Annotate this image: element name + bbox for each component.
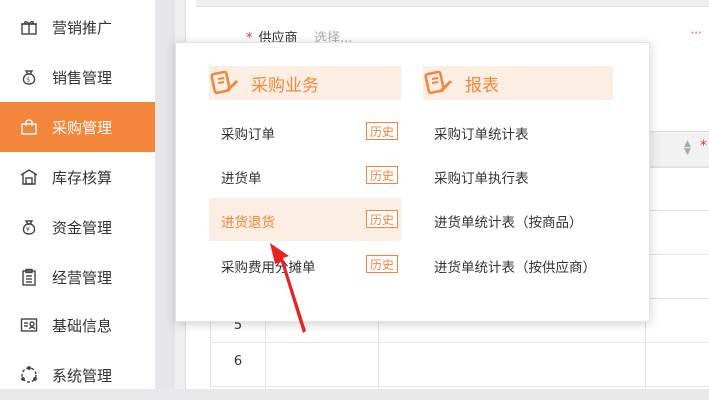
sidebar-item-system[interactable]: 系统管理 xyxy=(0,350,155,400)
svg-text:$: $ xyxy=(26,77,30,84)
shopping-bag-icon xyxy=(20,118,38,136)
history-button[interactable]: 历史 xyxy=(366,210,398,228)
menu-item-order-execution-report[interactable]: 采购订单执行表 xyxy=(434,167,529,187)
sidebar-item-label: 经营管理 xyxy=(52,268,113,287)
supplier-more-button[interactable]: ··· xyxy=(690,24,702,42)
gift-icon xyxy=(20,18,38,36)
purchase-menu-popover: 采购业务 报表 采购订单 进货单 进货退货 采购费用分摊单 历史 历史 历史 历… xyxy=(175,42,650,322)
report-section-title: 报表 xyxy=(465,75,499,96)
sidebar: 营销推广 $ 销售管理 采购管理 库存核算 ¥ 资金管理 经营管理 基础信息 系… xyxy=(0,0,155,389)
settings-circle-icon xyxy=(20,366,38,384)
history-button[interactable]: 历史 xyxy=(366,122,398,140)
money-bag-icon: $ xyxy=(20,68,38,86)
sidebar-item-label: 销售管理 xyxy=(52,68,113,87)
sidebar-item-label: 库存核算 xyxy=(52,168,113,187)
menu-item-receipt-by-product-report[interactable]: 进货单统计表（按商品） xyxy=(434,211,583,231)
svg-text:¥: ¥ xyxy=(26,227,30,234)
purchase-section-title: 采购业务 xyxy=(251,75,319,96)
sidebar-item-label: 系统管理 xyxy=(52,366,113,385)
sidebar-item-label: 营销推广 xyxy=(52,18,113,37)
sidebar-item-operations[interactable]: 经营管理 xyxy=(0,252,155,302)
purchase-section-header: 采购业务 xyxy=(209,66,401,100)
sidebar-item-label: 资金管理 xyxy=(52,218,113,237)
sidebar-divider xyxy=(155,0,176,389)
sidebar-item-purchase[interactable]: 采购管理 xyxy=(0,102,155,152)
sidebar-item-basic-info[interactable]: 基础信息 xyxy=(0,300,155,350)
clipboard-icon xyxy=(20,268,38,286)
menu-item-receipt-by-supplier-report[interactable]: 进货单统计表（按供应商） xyxy=(434,256,596,276)
document-pen-icon xyxy=(209,68,239,98)
sidebar-item-marketing[interactable]: 营销推广 xyxy=(0,2,155,52)
sidebar-item-label: 基础信息 xyxy=(52,316,113,335)
sidebar-item-sales[interactable]: $ 销售管理 xyxy=(0,52,155,102)
sidebar-item-funds[interactable]: ¥ 资金管理 xyxy=(0,202,155,252)
menu-item-receipt[interactable]: 进货单 xyxy=(221,167,262,187)
id-card-icon xyxy=(20,316,38,334)
top-bar xyxy=(196,0,709,7)
report-section-header: 报表 xyxy=(423,66,613,100)
yen-bag-icon: ¥ xyxy=(20,218,38,236)
menu-item-purchase-order[interactable]: 采购订单 xyxy=(221,123,275,143)
column-required-mark: * xyxy=(700,138,707,154)
sort-icon[interactable]: ▲ ▼ xyxy=(684,140,691,157)
history-button[interactable]: 历史 xyxy=(366,255,398,273)
table-row-number: 6 xyxy=(233,354,243,369)
history-button[interactable]: 历史 xyxy=(366,166,398,184)
sidebar-item-inventory[interactable]: 库存核算 xyxy=(0,152,155,202)
sidebar-item-label: 采购管理 xyxy=(52,118,113,137)
menu-item-cost-allocation[interactable]: 采购费用分摊单 xyxy=(221,256,316,276)
menu-item-purchase-return[interactable]: 进货退货 xyxy=(221,211,275,231)
menu-item-order-stats-report[interactable]: 采购订单统计表 xyxy=(434,123,529,143)
warehouse-icon xyxy=(20,168,38,186)
report-pen-icon xyxy=(423,68,453,98)
